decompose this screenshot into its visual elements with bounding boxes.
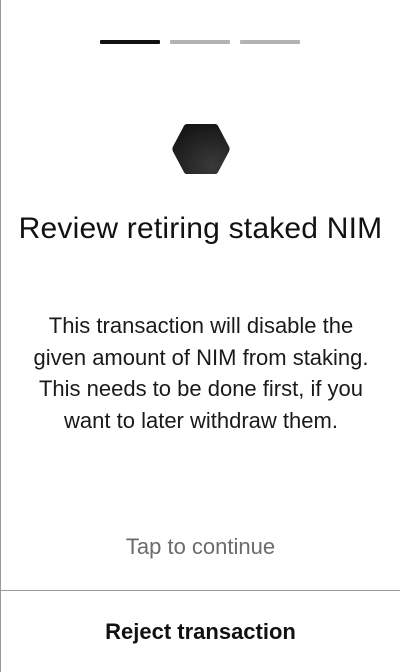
tap-to-continue[interactable]: Tap to continue	[1, 532, 400, 562]
step-progress	[100, 40, 300, 44]
hexagon-logo	[1, 122, 400, 176]
reject-transaction-button[interactable]: Reject transaction	[1, 591, 400, 672]
progress-step-3	[240, 40, 300, 44]
nimiq-hexagon-icon	[171, 124, 230, 174]
review-screen[interactable]: Review retiring staked NIM This transact…	[0, 0, 400, 672]
description-text: This transaction will disable the given …	[33, 313, 369, 433]
progress-step-1	[100, 40, 160, 44]
page-title: Review retiring staked NIM	[18, 212, 383, 245]
progress-step-2	[170, 40, 230, 44]
